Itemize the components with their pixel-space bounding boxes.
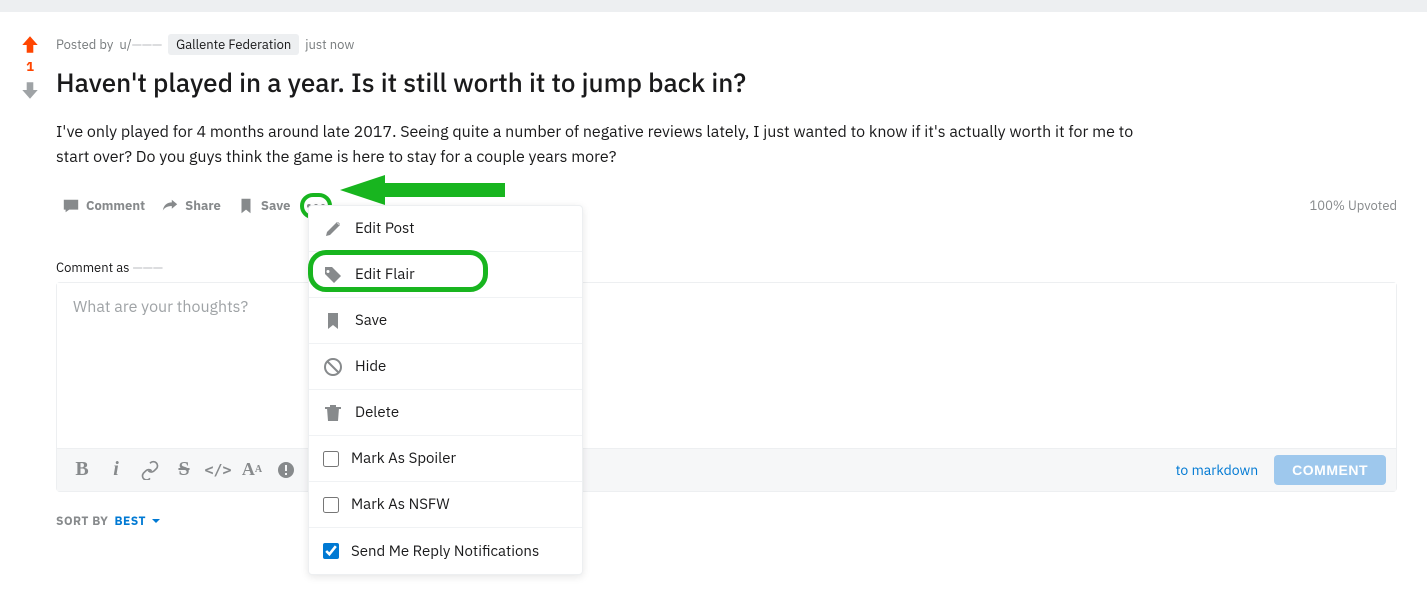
sort-label: SORT BY (56, 514, 108, 529)
menu-reply-notifications[interactable]: Send Me Reply Notifications (309, 528, 582, 574)
nsfw-checkbox[interactable] (323, 497, 339, 513)
post-title: Haven't played in a year. Is it still wo… (56, 67, 1397, 100)
caret-down-icon (150, 515, 162, 527)
vote-count: 1 (26, 58, 34, 75)
more-options-menu: Edit Post Edit Flair Save Hide Delete Ma… (308, 205, 583, 575)
italic-button[interactable]: i (101, 455, 131, 485)
bold-button[interactable]: B (67, 455, 97, 485)
comment-button[interactable]: Comment (56, 193, 151, 219)
comment-submit-button[interactable]: COMMENT (1274, 455, 1386, 485)
post-body: I've only played for 4 months around lat… (56, 120, 1156, 171)
link-icon (140, 460, 160, 480)
strikethrough-button[interactable]: S (169, 455, 199, 485)
upvote-icon[interactable] (19, 34, 41, 56)
sort-dropdown[interactable]: BEST (114, 514, 162, 529)
menu-hide[interactable]: Hide (309, 344, 582, 390)
menu-edit-flair[interactable]: Edit Flair (309, 252, 582, 298)
superscript-button[interactable]: AA (237, 455, 267, 485)
markdown-toggle[interactable]: to markdown (1176, 461, 1259, 479)
menu-edit-post[interactable]: Edit Post (309, 206, 582, 252)
save-button[interactable]: Save (231, 193, 297, 219)
hide-icon (323, 357, 343, 377)
author-link[interactable]: u/——— (119, 36, 162, 53)
comment-editor: B i S </> AA to markdown COMMENT (56, 282, 1397, 492)
menu-save[interactable]: Save (309, 298, 582, 344)
comment-textarea[interactable] (57, 283, 1396, 443)
menu-mark-nsfw[interactable]: Mark As NSFW (309, 482, 582, 528)
post-meta: Posted by u/——— Gallente Federation just… (56, 34, 1397, 55)
bookmark-icon (323, 311, 343, 331)
exclaim-icon (276, 460, 296, 480)
comment-as-label: Comment as ——— (56, 259, 1397, 276)
trash-icon (323, 403, 343, 423)
bookmark-icon (237, 197, 255, 215)
spoiler-fmt-button[interactable] (271, 455, 301, 485)
link-button[interactable] (135, 455, 165, 485)
menu-delete[interactable]: Delete (309, 390, 582, 436)
menu-mark-spoiler[interactable]: Mark As Spoiler (309, 436, 582, 482)
post-time: just now (305, 36, 354, 53)
spoiler-checkbox[interactable] (323, 451, 339, 467)
pencil-icon (323, 219, 343, 239)
tag-icon (323, 265, 343, 285)
share-icon (161, 197, 179, 215)
code-button[interactable]: </> (203, 455, 233, 485)
commenting-user[interactable]: ——— (133, 259, 163, 276)
comment-icon (62, 197, 80, 215)
user-flair[interactable]: Gallente Federation (168, 34, 299, 55)
downvote-icon[interactable] (19, 79, 41, 101)
upvote-percent: 100% Upvoted (1309, 197, 1397, 214)
share-button[interactable]: Share (155, 193, 227, 219)
posted-by-label: Posted by (56, 36, 113, 53)
notifications-checkbox[interactable] (323, 543, 339, 559)
